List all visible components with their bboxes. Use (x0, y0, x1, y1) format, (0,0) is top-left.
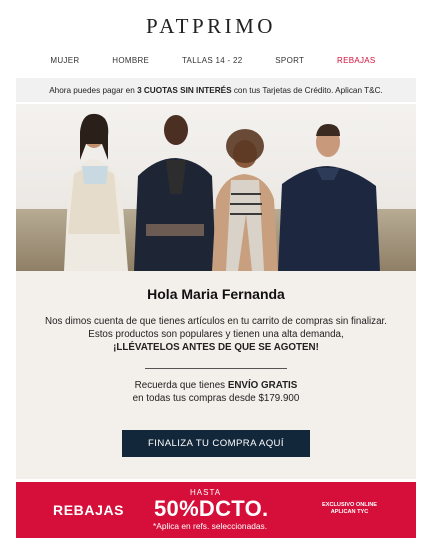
hero-image[interactable] (16, 104, 416, 271)
shipping-line-2: en todas tus compras desde $179.900 (132, 392, 300, 404)
model-man-sweater (278, 124, 380, 271)
reminder-urgency: ¡LLÉVATELOS ANTES DE QUE SE AGOTEN! (113, 342, 319, 353)
cart-reminder-text: Nos dimos cuenta de que tienes artículos… (16, 315, 416, 354)
reminder-line-3: ¡LLÉVATELOS ANTES DE QUE SE AGOTEN! (16, 341, 416, 354)
shipping-highlight: ENVÍO GRATIS (227, 380, 298, 391)
nav-item-rebajas[interactable]: REBAJAS (337, 56, 376, 65)
reminder-line-1: Nos dimos cuenta de que tienes artículos… (45, 316, 387, 327)
nav-item-mujer[interactable]: MUJER (50, 56, 79, 65)
greeting-heading: Hola Maria Fernanda (147, 286, 285, 302)
abandoned-cart-message: Hola Maria Fernanda Nos dimos cuenta de … (16, 271, 416, 479)
model-man-jacket (134, 115, 216, 271)
promo-highlight: 3 CUOTAS SIN INTERÉS (137, 85, 232, 95)
sale-conditions: *Aplica en refs. seleccionadas. (153, 521, 268, 531)
content-divider (145, 368, 287, 369)
sale-label: REBAJAS (53, 502, 125, 518)
hero-models-illustration (64, 113, 380, 271)
promo-text-after: con tus Tarjetas de Crédito. Aplican T&C… (233, 85, 383, 95)
promo-text-before: Ahora puedes pagar en (49, 85, 135, 95)
nav-item-sport[interactable]: SPORT (275, 56, 304, 65)
reminder-line-2: Estos productos son populares y tienen u… (88, 329, 344, 340)
exclusive-line-2: APLICAN TYC (330, 508, 369, 515)
nav-item-hombre[interactable]: HOMBRE (112, 56, 149, 65)
model-woman-vest (64, 113, 128, 271)
model-woman-scarf (212, 129, 278, 271)
finish-purchase-button[interactable]: FINALIZA TU COMPRA AQUÍ (122, 430, 310, 457)
shipping-line-1: Recuerda que tienes ENVÍO GRATIS (16, 380, 416, 393)
sale-discount: 50%DCTO. (154, 496, 269, 521)
sale-banner[interactable]: REBAJAS HASTA 50%DCTO. *Aplica en refs. … (16, 482, 416, 538)
installments-promo-bar: Ahora puedes pagar en 3 CUOTAS SIN INTER… (16, 78, 416, 102)
exclusive-line-1: EXCLUSIVO ONLINE (322, 502, 378, 508)
shipping-text-before: Recuerda que tienes (134, 380, 228, 391)
brand-logo[interactable]: PATPRIMO (0, 14, 422, 39)
free-shipping-note: Recuerda que tienes ENVÍO GRATIS en toda… (16, 380, 416, 405)
nav-item-tallas[interactable]: TALLAS 14 - 22 (182, 56, 243, 65)
main-nav: MUJER HOMBRE TALLAS 14 - 22 SPORT REBAJA… (16, 56, 416, 65)
exclusive-online-note: EXCLUSIVO ONLINE APLICAN TYC (322, 502, 377, 515)
